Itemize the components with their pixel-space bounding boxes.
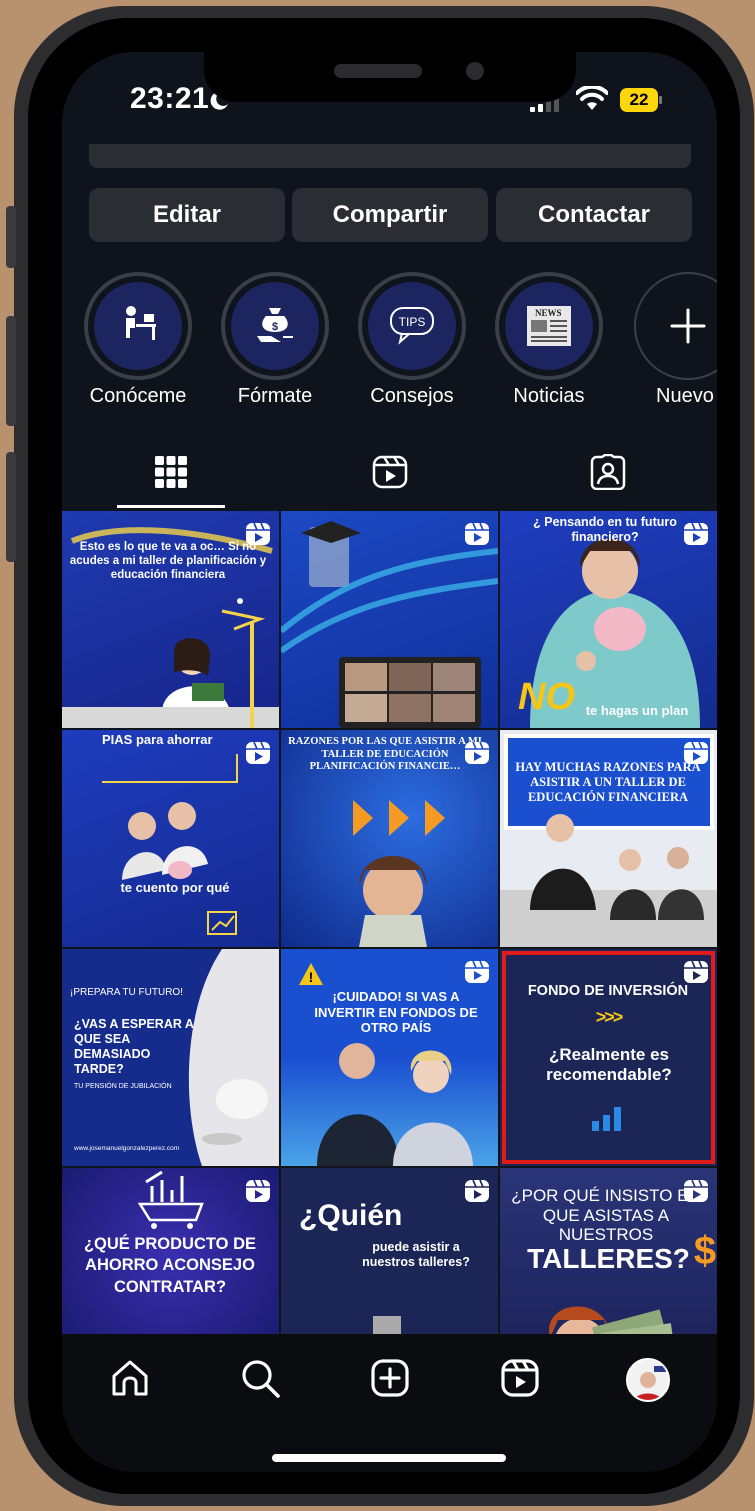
reels-icon	[372, 455, 408, 489]
reel-badge-icon	[465, 741, 489, 764]
tagged-icon	[590, 454, 626, 490]
post-caption-sub: te cuento por qué	[120, 880, 230, 895]
post-tile[interactable]: ! ¡CUIDADO! SI VAS A INVERTIR EN FONDOS …	[281, 949, 498, 1166]
reel-badge-icon	[465, 960, 489, 983]
post-tile[interactable]: ¿QUÉ PRODUCTO DE AHORRO ACONSEJO CONTRAT…	[62, 1168, 279, 1334]
post-caption: ¡CUIDADO! SI VAS A INVERTIR EN FONDOS DE…	[314, 989, 478, 1036]
tab-posts-grid[interactable]	[117, 448, 225, 508]
post-tile-selected[interactable]: FONDO DE INVERSIÓN >>> ¿Realmente es rec…	[500, 949, 717, 1166]
reel-badge-icon	[246, 1179, 270, 1202]
post-tile[interactable]: HAY MUCHAS RAZONES PARA ASISTIR A UN TAL…	[500, 730, 717, 947]
post-caption-sub: te hagas un plan	[585, 703, 689, 718]
highlight-cover: TIPS	[368, 282, 456, 370]
svg-text:$: $	[272, 321, 278, 333]
avatar-image	[628, 1360, 668, 1400]
home-icon[interactable]	[108, 1356, 152, 1400]
tips-bubble-icon: TIPS	[390, 307, 434, 345]
wifi-icon	[576, 86, 608, 110]
highlight-cover: $	[231, 282, 319, 370]
highlight-label: Nuevo	[656, 385, 714, 407]
reel-badge-icon	[684, 522, 708, 545]
reel-badge-icon	[246, 522, 270, 545]
mute-switch	[6, 206, 16, 268]
post-tile[interactable]: ¡PREPARA TU FUTURO! ¿VAS A ESPERAR A QUE…	[62, 949, 279, 1166]
news-text: NEWS	[535, 308, 562, 318]
tips-text: TIPS	[399, 315, 426, 329]
notch	[204, 52, 576, 102]
create-post-icon[interactable]	[368, 1356, 412, 1400]
post-tile[interactable]: RAZONES POR LAS QUE ASISTIR A MI TALLER …	[281, 730, 498, 947]
reel-badge-icon	[684, 960, 708, 983]
post-caption: ¿ Pensando en tu futuro financiero?	[533, 515, 677, 544]
reel-badge-icon	[465, 1179, 489, 1202]
bar-chart-icon	[592, 1107, 621, 1131]
post-caption-sub: puede asistir a nuestros talleres?	[362, 1240, 470, 1269]
post-tile[interactable]: ¿ Pensando en tu futuro financiero? NO t…	[500, 511, 717, 728]
reel-badge-icon	[684, 1179, 708, 1202]
post-caption: Esto es lo que te va a oc… Si no acudes …	[69, 541, 267, 581]
highlight-noticias[interactable]: NEWS	[495, 272, 603, 380]
post-caption: ¡PREPARA TU FUTURO!	[70, 987, 183, 998]
post-caption-highlight: NO	[518, 676, 575, 718]
battery-cap	[659, 96, 662, 104]
phone-screen: 23:21 22 Editar Compartir Contactar Conó…	[62, 52, 717, 1472]
share-profile-button[interactable]: Compartir	[292, 188, 488, 242]
reel-badge-icon	[684, 741, 708, 764]
highlight-label: Consejos	[370, 385, 454, 407]
search-icon[interactable]	[238, 1356, 282, 1400]
post-caption-sub: ¿Realmente es recomendable?	[546, 1045, 672, 1085]
status-time: 23:21	[130, 82, 210, 115]
post-caption: ¿QUÉ PRODUCTO DE AHORRO ACONSEJO CONTRAT…	[83, 1235, 257, 1296]
newspaper-icon: NEWS	[527, 306, 571, 346]
bottom-navigation	[62, 1334, 717, 1472]
highlight-conoceme[interactable]	[84, 272, 192, 380]
reel-badge-icon	[246, 741, 270, 764]
grid-icon	[155, 456, 187, 488]
highlight-label: Conóceme	[89, 385, 187, 407]
post-caption: ¿POR QUÉ INSISTO EN QUE ASISTAS A NUESTR…	[511, 1186, 701, 1245]
highlight-label: Noticias	[513, 385, 585, 407]
home-indicator	[272, 1454, 506, 1462]
post-caption-small: TU PENSIÓN DE JUBILACIÓN	[74, 1083, 172, 1090]
post-tile[interactable]: $ ¿POR QUÉ INSISTO EN QUE ASISTAS A NUES…	[500, 1168, 717, 1334]
highlight-formate[interactable]: $	[221, 272, 329, 380]
speaker	[334, 64, 422, 78]
highlight-label: Fórmate	[237, 385, 313, 407]
post-url: www.josemanuelgonzalezperez.com	[74, 1145, 180, 1152]
post-tile[interactable]	[281, 511, 498, 728]
post-tile[interactable]: PIAS para ahorrar te cuento por qué	[62, 730, 279, 947]
contact-button[interactable]: Contactar	[496, 188, 692, 242]
battery-indicator: 22	[620, 88, 662, 112]
tab-tagged[interactable]	[554, 448, 662, 508]
plus-icon	[670, 308, 706, 344]
post-caption-arrows: >>>	[595, 1007, 624, 1027]
battery-level: 22	[620, 88, 658, 112]
post-tile[interactable]: ¿Quién puede asistir a nuestros talleres…	[281, 1168, 498, 1334]
reel-badge-icon	[465, 522, 489, 545]
post-caption: RAZONES POR LAS QUE ASISTIR A MI TALLER …	[288, 736, 482, 773]
post-caption: FONDO DE INVERSIÓN	[527, 983, 689, 999]
highlight-cover: NEWS	[505, 282, 593, 370]
post-caption-sub: ¿VAS A ESPERAR A QUE SEA DEMASIADO TARDE…	[74, 1017, 194, 1076]
post-caption: ¿Quién	[299, 1199, 403, 1232]
reels-nav-icon[interactable]	[498, 1356, 542, 1400]
profile-avatar[interactable]	[626, 1358, 670, 1402]
highlight-consejos[interactable]: TIPS	[358, 272, 466, 380]
desk-icon	[126, 306, 156, 340]
svg-text:!: !	[309, 969, 314, 985]
active-tab-indicator	[117, 505, 225, 508]
tab-reels[interactable]	[336, 448, 444, 508]
front-camera	[466, 62, 484, 80]
post-caption: HAY MUCHAS RAZONES PARA ASISTIR A UN TAL…	[515, 760, 701, 804]
money-bag-icon: $	[257, 308, 293, 342]
highlight-cover	[94, 282, 182, 370]
post-caption-sub: TALLERES?	[527, 1243, 690, 1274]
volume-up-button	[6, 316, 16, 426]
bio-section-edge	[89, 144, 691, 168]
volume-down-button	[6, 452, 16, 562]
edit-profile-button[interactable]: Editar	[89, 188, 285, 242]
post-caption: PIAS para ahorrar	[102, 732, 213, 747]
post-tile[interactable]: Esto es lo que te va a oc… Si no acudes …	[62, 511, 279, 728]
posts-grid: Esto es lo que te va a oc… Si no acudes …	[62, 511, 717, 1334]
